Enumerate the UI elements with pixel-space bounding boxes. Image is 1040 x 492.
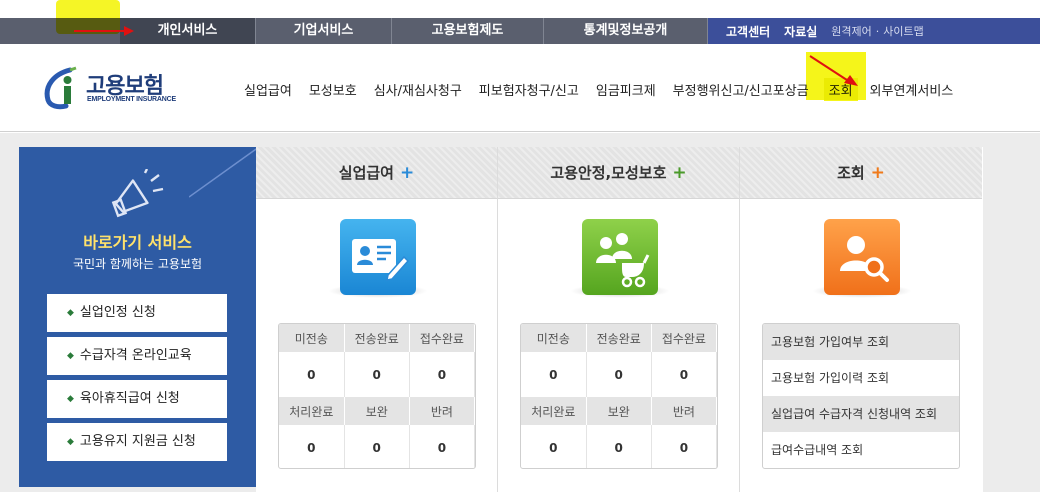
status-count[interactable]: 0 — [344, 352, 410, 397]
inquiry-link-eligibility-applications[interactable]: 실업급여 수급자격 신청내역 조회 — [763, 396, 959, 432]
status-count[interactable]: 0 — [279, 425, 345, 468]
inquiry-link-subscription-history[interactable]: 고용보험 가입이력 조회 — [763, 360, 959, 396]
customer-center-link[interactable]: 고객센터 — [726, 23, 770, 40]
diamond-bullet-icon: ◆ — [67, 394, 74, 404]
quick-button-label: 수급자격 온라인교육 — [79, 348, 192, 363]
menu-item-unemployment[interactable]: 실업급여 — [244, 80, 292, 101]
status-label: 접수완료 — [651, 324, 717, 352]
top-strip — [0, 0, 1040, 18]
gnb-tab-personal[interactable]: 개인서비스 — [120, 18, 256, 50]
status-label: 보완 — [344, 397, 410, 425]
red-arrow-annotation-inquiry — [809, 55, 858, 86]
status-count[interactable]: 0 — [344, 425, 410, 468]
id-card-pen-icon[interactable] — [340, 219, 416, 295]
site-header: 고용보험 EMPLOYMENT INSURANCE 실업급여 모성보호 심사/재… — [0, 44, 1040, 132]
logo[interactable]: 고용보험 EMPLOYMENT INSURANCE — [40, 66, 180, 112]
quick-button-label: 육아휴직급여 신청 — [79, 391, 180, 406]
quick-service-subtitle: 국민과 함께하는 고용보험 — [72, 257, 203, 271]
gnb-tab-insurance-system[interactable]: 고용보험제도 — [392, 18, 544, 44]
quick-button-employment-support[interactable]: ◆ 고용유지 지원금 신청 — [47, 423, 227, 461]
quick-button-parental-leave[interactable]: ◆ 육아휴직급여 신청 — [47, 380, 227, 418]
person-search-icon[interactable] — [824, 219, 900, 295]
status-count[interactable]: 0 — [521, 425, 587, 468]
utility-links: 고객센터 자료실 원격제어 · 사이트맵 — [708, 18, 1040, 44]
status-table: 미전송 전송완료 접수완료 0 0 0 처리완료 보완 반려 0 0 0 — [520, 323, 718, 469]
menu-item-maternity[interactable]: 모성보호 — [309, 80, 357, 101]
status-count[interactable]: 0 — [521, 352, 587, 397]
status-count[interactable]: 0 — [651, 352, 717, 397]
status-label: 미전송 — [279, 324, 345, 352]
quick-service-title: 바로가기 서비스 — [83, 233, 192, 252]
menu-item-wage-peak[interactable]: 임금피크제 — [596, 80, 656, 101]
plus-icon[interactable]: + — [400, 163, 414, 183]
column-title: 고용안정,모성보호 — [550, 164, 667, 182]
status-count[interactable]: 0 — [651, 425, 717, 468]
status-label: 미전송 — [521, 324, 587, 352]
menu-item-appeal[interactable]: 심사/재심사청구 — [374, 80, 462, 101]
status-label: 접수완료 — [409, 324, 475, 352]
column-unemployment: 실업급여 + 미전송 전송완료 접수완료 0 0 0 처리완료 보완 반려 0 … — [256, 147, 498, 492]
remote-control-link[interactable]: 원격제어 — [831, 23, 871, 39]
right-margin — [983, 147, 1040, 492]
column-title: 실업급여 — [338, 164, 394, 182]
menu-item-fraud-report[interactable]: 부정행위신고/신고포상금 — [673, 80, 809, 101]
panel-diagonal-line — [189, 148, 256, 198]
column-title: 조회 — [837, 164, 865, 182]
quick-service-panel: 바로가기 서비스 국민과 함께하는 고용보험 ◆ 실업인정 신청 ◆ 수급자격 온라… — [19, 147, 256, 487]
library-link[interactable]: 자료실 — [784, 23, 817, 40]
diamond-bullet-icon: ◆ — [67, 308, 74, 318]
plus-icon[interactable]: + — [871, 163, 885, 183]
inquiry-link-benefit-history[interactable]: 급여수급내역 조회 — [763, 432, 959, 468]
menu-item-insured-claim[interactable]: 피보험자청구/신고 — [479, 80, 579, 101]
megaphone-icon — [111, 169, 164, 218]
status-count[interactable]: 0 — [279, 352, 345, 397]
global-nav: 개인서비스 기업서비스 고용보험제도 통계및정보공개 고객센터 자료실 원격제어… — [0, 18, 1040, 50]
diamond-bullet-icon: ◆ — [67, 437, 74, 447]
service-columns: 실업급여 + 미전송 전송완료 접수완료 0 0 0 처리완료 보완 반려 0 … — [256, 147, 983, 492]
column-header[interactable]: 조회 + — [740, 147, 982, 199]
status-table: 미전송 전송완료 접수완료 0 0 0 처리완료 보완 반려 0 0 0 — [278, 323, 476, 469]
inquiry-link-subscription-status[interactable]: 고용보험 가입여부 조회 — [763, 324, 959, 360]
quick-button-unemployment-recognition[interactable]: ◆ 실업인정 신청 — [47, 294, 227, 332]
column-inquiry: 조회 + 고용보험 가입여부 조회 고용보험 가입이력 조회 실업급여 수급자격 … — [740, 147, 982, 492]
logo-subtitle: EMPLOYMENT INSURANCE — [87, 96, 176, 103]
gnb-tab-business[interactable]: 기업서비스 — [256, 18, 392, 44]
status-label: 반려 — [409, 397, 475, 425]
diamond-bullet-icon: ◆ — [67, 351, 74, 361]
red-arrow-annotation — [74, 26, 134, 36]
status-label: 처리완료 — [521, 397, 587, 425]
status-count[interactable]: 0 — [409, 352, 475, 397]
status-label: 반려 — [651, 397, 717, 425]
sitemap-link[interactable]: 사이트맵 — [883, 23, 923, 39]
column-header[interactable]: 고용안정,모성보호 + — [498, 147, 739, 199]
column-header[interactable]: 실업급여 + — [256, 147, 497, 199]
column-employment-stability: 고용안정,모성보호 + 미전송 전송완료 접수완료 0 0 0 처리완료 보완 … — [498, 147, 740, 492]
quick-button-online-education[interactable]: ◆ 수급자격 온라인교육 — [47, 337, 227, 375]
quick-button-label: 실업인정 신청 — [79, 305, 156, 320]
menu-item-external-services[interactable]: 외부연계서비스 — [870, 80, 954, 101]
plus-icon[interactable]: + — [672, 163, 686, 183]
family-stroller-icon[interactable] — [582, 219, 658, 295]
inquiry-link-list: 고용보험 가입여부 조회 고용보험 가입이력 조회 실업급여 수급자격 신청내역… — [762, 323, 960, 469]
status-label: 보완 — [586, 397, 652, 425]
status-label: 전송완료 — [586, 324, 652, 352]
status-label: 처리완료 — [279, 397, 345, 425]
logo-mark-icon — [44, 66, 77, 110]
quick-button-label: 고용유지 지원금 신청 — [79, 434, 196, 449]
gnb-tab-statistics[interactable]: 통계및정보공개 — [544, 18, 708, 44]
status-count[interactable]: 0 — [586, 352, 652, 397]
status-label: 전송완료 — [344, 324, 410, 352]
utility-separator: · — [875, 24, 880, 38]
status-count[interactable]: 0 — [586, 425, 652, 468]
status-count[interactable]: 0 — [409, 425, 475, 468]
